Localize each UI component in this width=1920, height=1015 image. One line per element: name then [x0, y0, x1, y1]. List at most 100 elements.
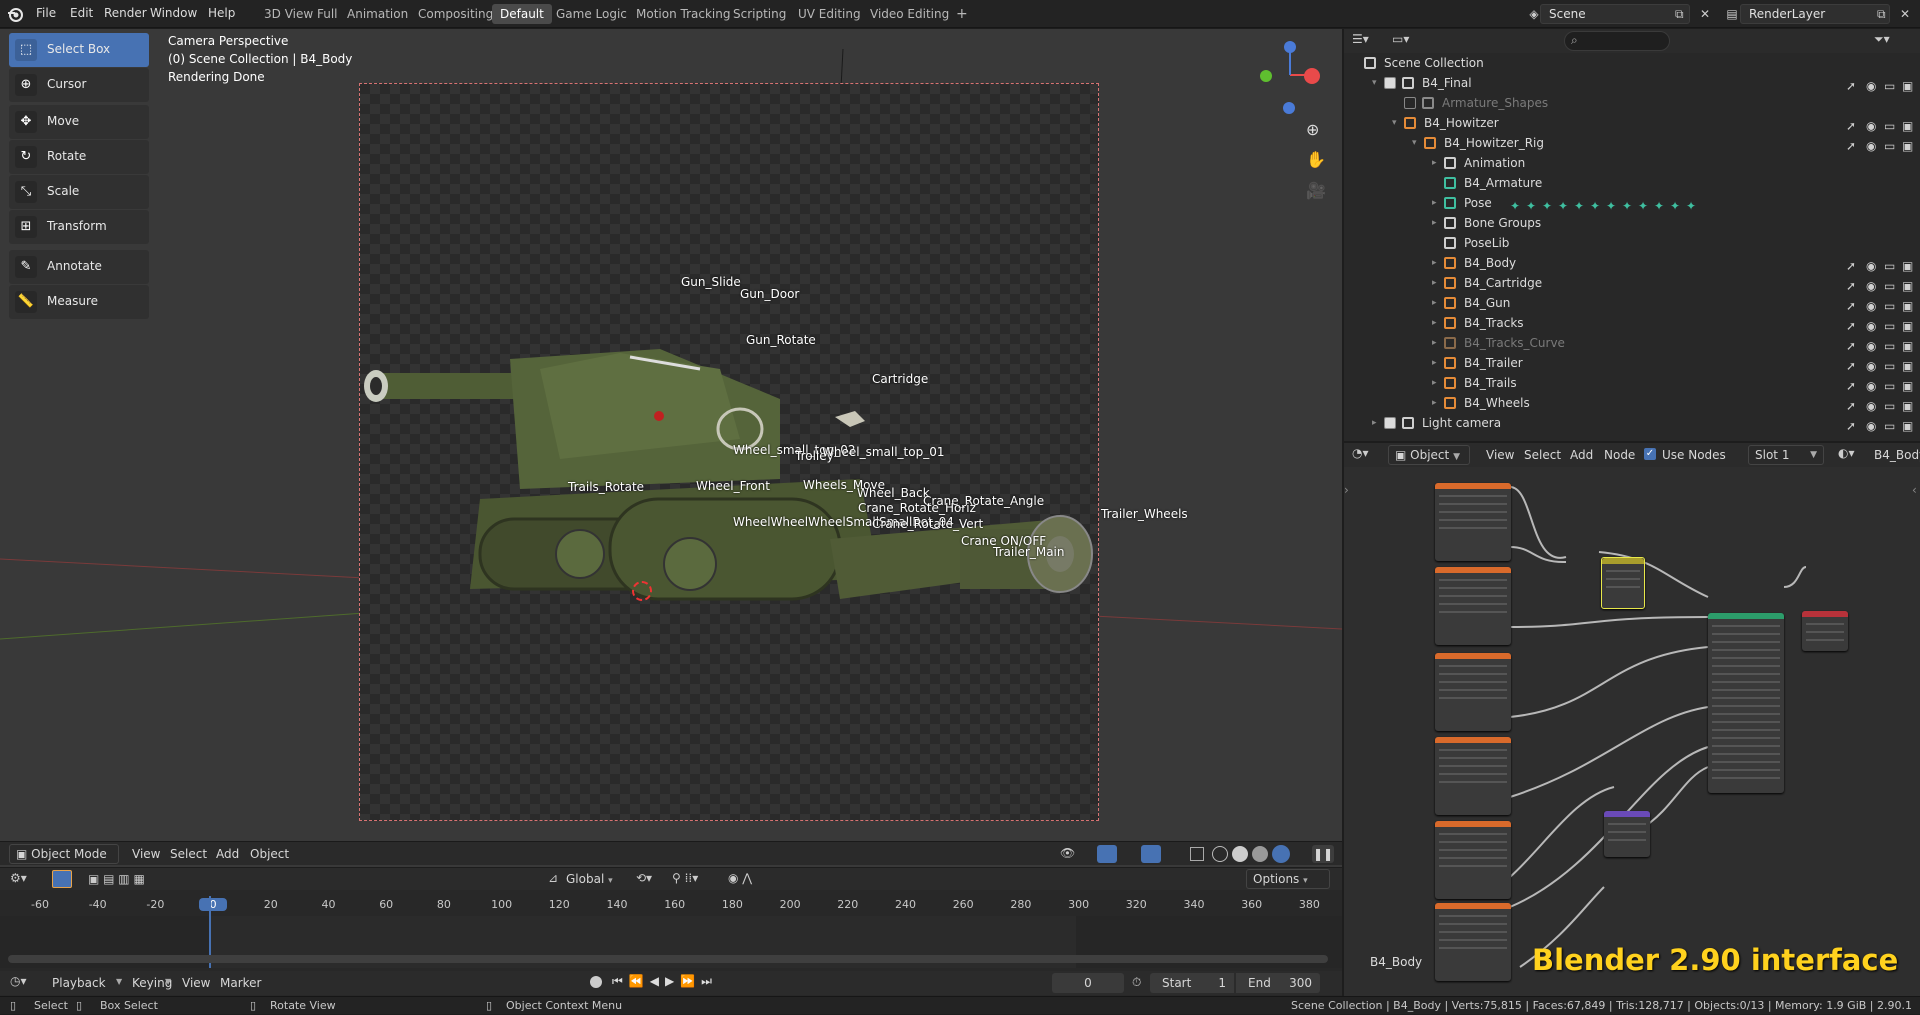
viewport-disable-icon[interactable]: ▭	[1884, 416, 1895, 436]
stopwatch-icon[interactable]: ⏱	[1132, 975, 1141, 990]
outliner-row[interactable]: ▸ B4_Tracks_Curve ➚ ◉ ▭ ▣	[1344, 333, 1920, 353]
outliner-row[interactable]: ▾ B4_Howitzer ➚ ◉ ▭ ▣	[1344, 113, 1920, 133]
scene-selector[interactable]: ◈ Scene	[1524, 4, 1690, 24]
expand-toggle-icon[interactable]: ▸	[1372, 413, 1377, 433]
image-texture-node[interactable]	[1435, 821, 1511, 899]
shader-type-dropdown[interactable]: ▣ Object ▼	[1388, 445, 1470, 465]
menu-help[interactable]: Help	[202, 0, 241, 28]
select-arrow-icon[interactable]: ➚	[1846, 416, 1856, 436]
proportional-edit-icon[interactable]: ◉ ⋀	[728, 871, 752, 885]
outliner-row[interactable]: ▸ B4_Gun ➚ ◉ ▭ ▣	[1344, 293, 1920, 313]
outliner-row[interactable]: PoseLib	[1344, 233, 1920, 253]
expand-toggle-icon[interactable]: ▸	[1432, 373, 1437, 393]
tab-default[interactable]: Default	[492, 4, 552, 24]
shader-node-editor[interactable]: ◔▾ ▣ Object ▼ View Select Add Node ✓ Use…	[1344, 443, 1920, 1014]
menu-select[interactable]: Select	[166, 844, 211, 864]
node-menu-select[interactable]: Select	[1520, 445, 1565, 465]
view-layer-selector[interactable]: ▤ RenderLayer	[1722, 4, 1890, 24]
select-tool-icon[interactable]	[52, 870, 72, 888]
outliner-row[interactable]: ▸ B4_Wheels ➚ ◉ ▭ ▣	[1344, 393, 1920, 413]
menu-marker[interactable]: Marker	[216, 973, 265, 993]
menu-add[interactable]: Add	[212, 844, 243, 864]
3d-cursor-icon[interactable]	[632, 581, 652, 601]
image-texture-node[interactable]	[1435, 653, 1511, 731]
snap-icon[interactable]: ⚲ ⁞⁞▾	[672, 871, 698, 885]
exclude-checkbox[interactable]	[1404, 97, 1416, 109]
view-layer-field[interactable]: RenderLayer	[1740, 4, 1890, 24]
zoom-icon[interactable]: ⊕	[1306, 120, 1319, 139]
principled-bsdf-node[interactable]	[1708, 613, 1784, 793]
playback-controls[interactable]: ⏮⏪◀▶⏩⏭	[612, 974, 718, 989]
material-icon[interactable]: ◐▾	[1838, 446, 1855, 460]
timeline-track-area[interactable]	[0, 896, 1342, 968]
outliner-search-input[interactable]: ⌕	[1564, 31, 1670, 51]
tab-3d-view-full[interactable]: 3D View Full	[256, 4, 346, 24]
object-mode-dropdown[interactable]: ▣ Object Mode ▼	[9, 844, 119, 864]
options-dropdown[interactable]: Options ▾	[1246, 869, 1330, 889]
menu-edit[interactable]: Edit	[64, 0, 99, 28]
scene-name-field[interactable]: Scene	[1540, 4, 1690, 24]
outliner-row[interactable]: ▸ B4_Cartridge ➚ ◉ ▭ ▣	[1344, 273, 1920, 293]
blender-logo-icon[interactable]	[6, 5, 24, 23]
menu-object[interactable]: Object	[246, 844, 293, 864]
pause-render-icon[interactable]: ❚❚	[1312, 845, 1334, 863]
outliner-row[interactable]: ▸ B4_Body ➚ ◉ ▭ ▣	[1344, 253, 1920, 273]
editor-type-icon[interactable]: ☰▾	[1352, 32, 1369, 46]
orientation-dropdown[interactable]: Global ▾	[566, 869, 622, 889]
expand-toggle-icon[interactable]: ▾	[1392, 113, 1397, 133]
tab-uv-editing[interactable]: UV Editing	[790, 4, 869, 24]
eye-icon[interactable]: ◉	[1866, 416, 1876, 436]
outliner-row[interactable]: Armature_Shapes	[1344, 93, 1920, 113]
outliner-row[interactable]: ▸ B4_Tracks ➚ ◉ ▭ ▣	[1344, 313, 1920, 333]
expand-toggle-icon[interactable]: ▸	[1432, 153, 1437, 173]
expand-toggle-icon[interactable]: ▸	[1432, 213, 1437, 233]
current-frame-field[interactable]: 0	[1052, 973, 1124, 993]
tool-select-box[interactable]: ⬚ Select Box	[9, 33, 149, 67]
expand-toggle-icon[interactable]: ▸	[1432, 253, 1437, 273]
shader-editor-icon[interactable]: ◔▾	[1352, 446, 1369, 460]
tab-video-editing[interactable]: Video Editing	[862, 4, 957, 24]
node-menu-view[interactable]: View	[1482, 445, 1518, 465]
outliner-row[interactable]: ▸ B4_Trails ➚ ◉ ▭ ▣	[1344, 373, 1920, 393]
tab-compositing[interactable]: Compositing	[410, 4, 501, 24]
image-texture-node[interactable]	[1435, 567, 1511, 645]
timeline-scrollbar[interactable]	[8, 955, 1328, 963]
outliner-row[interactable]: ▸ Bone Groups	[1344, 213, 1920, 233]
new-scene-icon[interactable]: ⧉	[1675, 4, 1684, 24]
node-menu-add[interactable]: Add	[1566, 445, 1597, 465]
tab-motion-tracking[interactable]: Motion Tracking	[628, 4, 738, 24]
menu-view[interactable]: View	[128, 844, 164, 864]
expand-toggle-icon[interactable]: ▸	[1432, 353, 1437, 373]
render-camera-icon[interactable]: ▣	[1902, 416, 1913, 436]
tab-game-logic[interactable]: Game Logic	[548, 4, 635, 24]
tool-rotate[interactable]: ↻ Rotate	[9, 140, 149, 174]
expand-toggle-icon[interactable]: ▸	[1432, 193, 1437, 213]
expand-toggle-icon[interactable]: ▾	[1372, 73, 1377, 93]
tool-move[interactable]: ✥ Move	[9, 105, 149, 139]
left-panel-toggle-icon[interactable]: ›	[1344, 483, 1349, 497]
outliner-row[interactable]: B4_Armature	[1344, 173, 1920, 193]
outliner-row[interactable]: ▸ Animation	[1344, 153, 1920, 173]
add-workspace-button[interactable]: +	[948, 4, 976, 24]
filter-icon[interactable]: ⏷▾	[1874, 32, 1890, 47]
expand-toggle-icon[interactable]: ▸	[1432, 333, 1437, 353]
delete-layer-icon[interactable]: ✕	[1900, 4, 1910, 24]
new-layer-icon[interactable]: ⧉	[1877, 4, 1886, 24]
display-mode-icon[interactable]: ▭▾	[1392, 32, 1409, 46]
overlay-toggle-icon[interactable]	[1141, 845, 1161, 863]
material-output-node[interactable]	[1802, 611, 1848, 651]
exclude-checkbox[interactable]	[1384, 417, 1396, 429]
solid-shading-icon[interactable]	[1232, 846, 1248, 862]
select-mode-icons[interactable]: ▣ ▤ ▥ ▦	[88, 872, 145, 886]
outliner-row[interactable]: Scene Collection	[1344, 53, 1920, 73]
expand-toggle-icon[interactable]: ▸	[1432, 313, 1437, 333]
rendered-shading-icon[interactable]	[1272, 845, 1290, 863]
tab-animation[interactable]: Animation	[339, 4, 416, 24]
image-texture-node[interactable]	[1435, 737, 1511, 815]
tool-settings-icon[interactable]: ⚙▾	[10, 871, 27, 885]
timeline-ruler[interactable]: -60 -40 -20 0 20 40 60 80 100 120 140 160 180 200 220 2…	[0, 896, 1342, 916]
start-frame-field[interactable]: Start 1	[1150, 973, 1234, 993]
menu-playback[interactable]: Playback	[48, 973, 110, 993]
menu-window[interactable]: Window	[144, 0, 203, 28]
outliner-row[interactable]: ▸ Pose ✦ ✦ ✦ ✦ ✦ ✦ ✦ ✦ ✦ ✦ ✦ ✦	[1344, 193, 1920, 213]
